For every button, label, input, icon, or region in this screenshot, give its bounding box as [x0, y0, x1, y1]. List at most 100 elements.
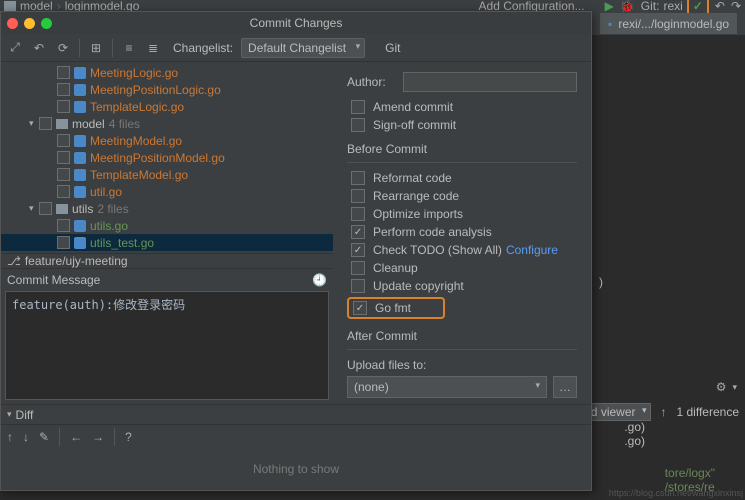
history-icon[interactable]: 🕘	[312, 273, 327, 287]
folder-icon	[4, 1, 16, 11]
next-change-icon[interactable]: ↓	[23, 430, 29, 444]
refresh-icon[interactable]: ⟳	[55, 40, 71, 56]
file-checkbox[interactable]	[57, 66, 70, 79]
cleanup-checkbox[interactable]	[351, 261, 365, 275]
amend-row[interactable]: Amend commit	[347, 100, 577, 114]
edit-icon[interactable]: ✎	[39, 430, 49, 444]
gofmt-checkbox[interactable]	[353, 301, 367, 315]
upload-select[interactable]: (none)	[347, 376, 547, 398]
prev-file-icon[interactable]: ←	[70, 430, 82, 444]
amend-checkbox[interactable]	[351, 100, 365, 114]
editor-background: )	[595, 35, 745, 500]
file-checkbox[interactable]	[57, 236, 70, 249]
analysis-row[interactable]: Perform code analysis	[347, 225, 577, 239]
file-checkbox[interactable]	[57, 151, 70, 164]
tree-file[interactable]: TemplateLogic.go	[1, 98, 333, 115]
file-checkbox[interactable]	[57, 168, 70, 181]
watermark: https://blog.csdn.net/wangxinxinsj	[609, 488, 743, 498]
go-file-icon	[74, 101, 86, 113]
git-label: Git:	[641, 0, 660, 13]
next-file-icon[interactable]: →	[92, 430, 104, 444]
copyright-row[interactable]: Update copyright	[347, 279, 577, 293]
signoff-checkbox[interactable]	[351, 118, 365, 132]
file-checkbox[interactable]	[57, 134, 70, 147]
tree-folder-model[interactable]: ▾model4 files	[1, 115, 333, 132]
tree-file-selected[interactable]: utils_test.go	[1, 234, 333, 251]
todo-row[interactable]: Check TODO (Show All)Configure	[347, 243, 577, 257]
todo-checkbox[interactable]	[351, 243, 365, 257]
cleanup-row[interactable]: Cleanup	[347, 261, 577, 275]
go-file-icon: ▪	[608, 17, 612, 31]
chevron-down-icon[interactable]: ▾	[29, 203, 39, 214]
chevron-down-icon[interactable]: ▾	[29, 118, 39, 129]
upload-browse-button[interactable]: …	[553, 376, 577, 398]
commit-message-label: Commit Message	[7, 273, 100, 287]
tree-file[interactable]: MeetingLogic.go	[1, 64, 333, 81]
author-row: Author:	[347, 72, 577, 92]
expand-icon[interactable]: ⤢	[7, 40, 23, 56]
tree-file[interactable]: utils.go	[1, 217, 333, 234]
optimize-checkbox[interactable]	[351, 207, 365, 221]
author-input[interactable]	[403, 72, 577, 92]
gear-icon[interactable]: ⚙	[716, 380, 727, 394]
commit-check-icon[interactable]: ✓	[693, 0, 703, 13]
prev-change-icon[interactable]: ↑	[7, 430, 13, 444]
branch-short[interactable]: rexi	[663, 0, 682, 13]
reformat-row[interactable]: Reformat code	[347, 171, 577, 185]
branch-row[interactable]: ⎇ feature/ujy-meeting	[1, 253, 333, 268]
bg-filename-hints: .go) .go)	[624, 420, 645, 448]
tree-file[interactable]: util.go	[1, 183, 333, 200]
dialog-toolbar: ⤢ ↶ ⟳ ⊞ ≡ ≣ Changelist: Default Changeli…	[1, 34, 591, 62]
tree-file[interactable]: TemplateModel.go	[1, 166, 333, 183]
undo-icon[interactable]: ↶	[31, 40, 47, 56]
analysis-checkbox[interactable]	[351, 225, 365, 239]
run-icon[interactable]: ▶	[605, 0, 614, 13]
changelist-select[interactable]: Default Changelist	[241, 38, 365, 58]
optimize-row[interactable]: Optimize imports	[347, 207, 577, 221]
go-file-icon	[74, 152, 86, 164]
folder-checkbox[interactable]	[39, 202, 52, 215]
tree-file[interactable]: MeetingPositionLogic.go	[1, 81, 333, 98]
folder-icon	[56, 119, 68, 129]
group-icon[interactable]: ⊞	[88, 40, 104, 56]
commit-message-input[interactable]: feature(auth):修改登录密码	[5, 291, 329, 400]
diff-label: Diff	[16, 408, 34, 422]
gofmt-row[interactable]: Go fmt	[347, 297, 577, 319]
minimize-window-icon[interactable]	[24, 18, 35, 29]
file-checkbox[interactable]	[57, 100, 70, 113]
tree-file[interactable]: MeetingModel.go	[1, 132, 333, 149]
expand-all-icon[interactable]: ≡	[121, 40, 137, 56]
file-checkbox[interactable]	[57, 185, 70, 198]
close-window-icon[interactable]	[7, 18, 18, 29]
rearrange-row[interactable]: Rearrange code	[347, 189, 577, 203]
file-checkbox[interactable]	[57, 83, 70, 96]
difference-count: 1 difference	[677, 405, 740, 419]
folder-icon	[56, 204, 68, 214]
tree-folder-utils[interactable]: ▾utils2 files	[1, 200, 333, 217]
main-toolbar: model › loginmodel.go Add Configuration.…	[0, 0, 745, 11]
configure-link[interactable]: Configure	[506, 243, 558, 257]
diff-bar[interactable]: ▾ Diff	[1, 404, 591, 424]
vcs-label: Git	[385, 41, 400, 55]
go-file-icon	[74, 169, 86, 181]
tree-file[interactable]: MeetingPositionModel.go	[1, 149, 333, 166]
reformat-checkbox[interactable]	[351, 171, 365, 185]
collapse-all-icon[interactable]: ≣	[145, 40, 161, 56]
redo-icon[interactable]: ↷	[731, 0, 741, 13]
folder-checkbox[interactable]	[39, 117, 52, 130]
go-file-icon	[74, 237, 86, 249]
help-icon[interactable]: ?	[125, 430, 132, 444]
prev-diff-icon[interactable]: ↑	[661, 405, 667, 419]
after-commit-label: After Commit	[347, 329, 577, 343]
editor-tab[interactable]: ▪ rexi/.../loginmodel.go	[600, 13, 737, 34]
undo-icon[interactable]: ↶	[715, 0, 725, 13]
copyright-checkbox[interactable]	[351, 279, 365, 293]
maximize-window-icon[interactable]	[41, 18, 52, 29]
diff-toolbar: ↑ ↓ ✎ ← → ?	[1, 424, 591, 448]
signoff-row[interactable]: Sign-off commit	[347, 118, 577, 132]
chevron-down-icon[interactable]: ▾	[732, 382, 737, 393]
file-checkbox[interactable]	[57, 219, 70, 232]
dialog-titlebar[interactable]: Commit Changes	[1, 12, 591, 34]
chevron-down-icon[interactable]: ▾	[7, 409, 12, 420]
rearrange-checkbox[interactable]	[351, 189, 365, 203]
